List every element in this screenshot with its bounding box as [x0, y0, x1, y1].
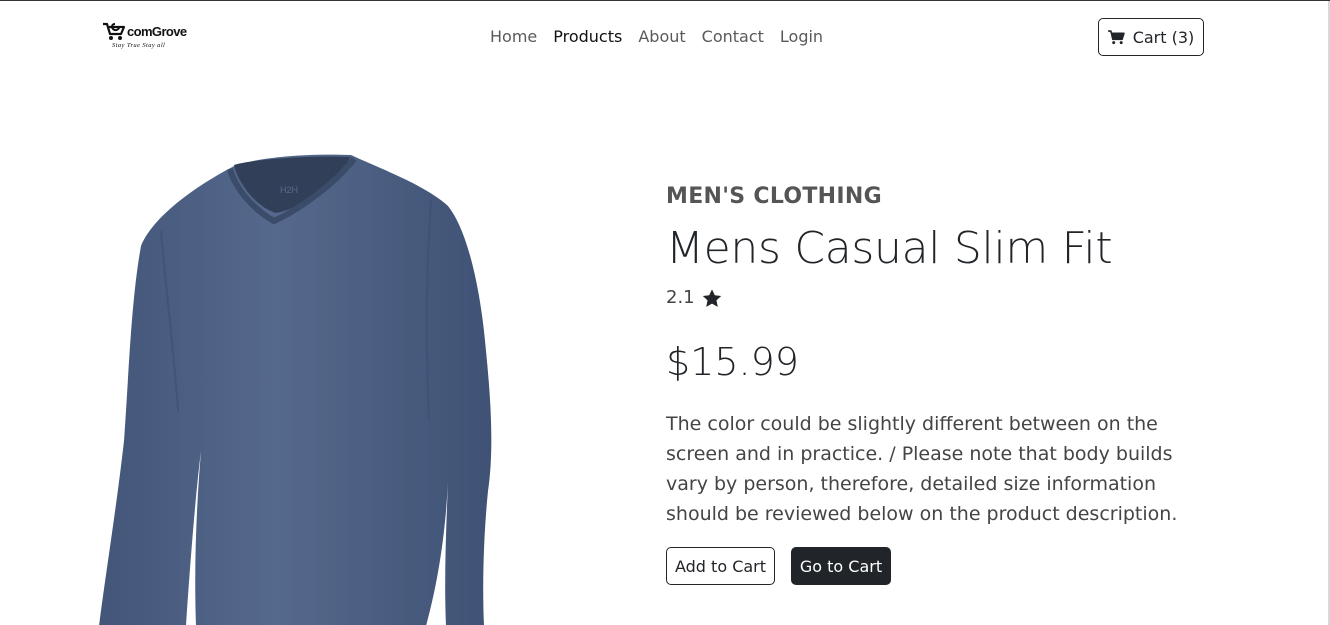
product-category: MEN'S CLOTHING — [666, 184, 882, 209]
main-nav: Home Products About Contact Login — [482, 25, 831, 49]
brand-logo[interactable]: comGrove Stay True Stay all — [102, 21, 192, 53]
tshirt-illustration: H2H — [99, 154, 492, 625]
star-icon — [702, 288, 721, 307]
cart-button[interactable]: Cart (3) — [1098, 18, 1204, 56]
cart-label: Cart (3) — [1132, 27, 1195, 47]
product-price: $15.99 — [666, 340, 799, 384]
product-image: H2H — [96, 151, 496, 625]
brand-name: comGrove — [127, 24, 187, 39]
nav-home[interactable]: Home — [482, 25, 545, 49]
nav-login[interactable]: Login — [772, 25, 831, 49]
nav-contact[interactable]: Contact — [694, 25, 772, 49]
shirt-label: H2H — [280, 185, 298, 195]
product-title: Mens Casual Slim Fit — [666, 223, 1113, 274]
shopping-cart-icon — [1107, 29, 1125, 44]
product-actions: Add to Cart Go to Cart — [666, 547, 1226, 585]
brand-tagline: Stay True Stay all — [112, 42, 166, 49]
nav-about[interactable]: About — [630, 25, 693, 49]
logo-cart-icon — [103, 22, 126, 40]
navbar: comGrove Stay True Stay all Home Product… — [0, 1, 1330, 73]
nav-products[interactable]: Products — [545, 25, 630, 49]
add-to-cart-button[interactable]: Add to Cart — [666, 547, 775, 585]
go-to-cart-button[interactable]: Go to Cart — [791, 547, 891, 585]
product-details: MEN'S CLOTHING Mens Casual Slim Fit 2.1 … — [666, 181, 1226, 585]
product-rating: 2.1 — [666, 287, 1226, 309]
product-description: The color could be slightly different be… — [666, 413, 1178, 525]
rating-value: 2.1 — [666, 287, 695, 308]
